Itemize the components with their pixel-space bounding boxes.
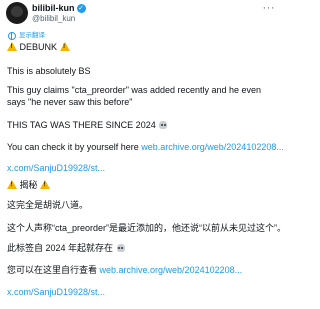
post-title-en: DEBUNK: [7, 42, 279, 54]
post-line-text: 此标签自 2024 年起就存在: [7, 243, 114, 253]
warning-icon: [7, 42, 17, 51]
skull-icon: [159, 121, 168, 129]
post-line: x.com/SanjuD19928/st...: [7, 287, 279, 299]
post-line: x.com/SanjuD19928/st...: [7, 163, 279, 175]
post-line: You can check it by yourself here web.ar…: [7, 142, 284, 154]
globe-icon: [8, 31, 16, 40]
post: bilibil-kun ✓ @bilibil_kun ··· 显示翻译 DEBU…: [0, 0, 287, 309]
post-line: This guy claims "cta_preorder" was added…: [7, 85, 262, 107]
source-post-link[interactable]: x.com/SanjuD19928/st...: [7, 163, 105, 173]
post-line: THIS TAG WAS THERE SINCE 2024: [7, 120, 279, 132]
post-line: 这个人声称“cta_preorder”是最近添加的，他还说“以前从未见过这个”。: [7, 223, 287, 233]
archive-link[interactable]: web.archive.org/web/2024102208...: [141, 142, 284, 152]
avatar[interactable]: [6, 2, 28, 24]
post-line: 您可以在这里自行查看 web.archive.org/web/202410220…: [7, 265, 279, 277]
verified-badge-icon: ✓: [76, 4, 86, 13]
warning-icon: [59, 42, 70, 51]
author-name-row: bilibil-kun ✓: [32, 3, 86, 14]
post-line: 此标签自 2024 年起就存在: [7, 243, 279, 255]
post-line-text: 您可以在这里自行查看: [7, 265, 100, 275]
more-options-icon[interactable]: ···: [263, 2, 276, 14]
post-title-zh-text: 揭秘: [19, 180, 38, 190]
post-line: 这完全是胡说八道。: [7, 200, 89, 210]
post-line-text: You can check it by yourself here: [7, 142, 142, 152]
skull-icon: [116, 244, 125, 252]
post-line-text: THIS TAG WAS THERE SINCE 2024: [7, 120, 156, 130]
post-title-en-text: DEBUNK: [19, 42, 58, 52]
warning-icon: [40, 180, 51, 189]
archive-link[interactable]: web.archive.org/web/2024102208...: [100, 265, 243, 275]
post-title-zh: 揭秘: [7, 180, 279, 192]
show-translation-label: 显示翻译: [19, 32, 45, 39]
author-handle[interactable]: @bilibil_kun: [32, 14, 75, 24]
author-display-name[interactable]: bilibil-kun: [32, 3, 75, 14]
post-line: This is absolutely BS: [7, 66, 91, 76]
source-post-link[interactable]: x.com/SanjuD19928/st...: [7, 287, 105, 297]
show-translation-button[interactable]: 显示翻译: [8, 31, 45, 40]
warning-icon: [7, 180, 17, 189]
